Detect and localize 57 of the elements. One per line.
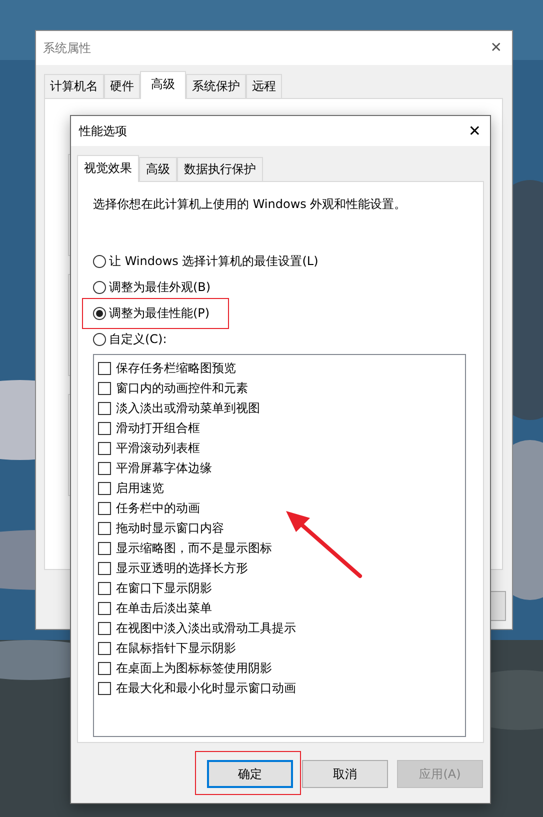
checkbox-label: 在桌面上为图标标签使用阴影 <box>116 660 272 676</box>
checkbox-label: 在鼠标指针下显示阴影 <box>116 640 236 656</box>
checkbox[interactable] <box>98 562 111 574</box>
tab[interactable]: 远程 <box>246 74 282 98</box>
checkbox-label: 平滑滚动列表框 <box>116 440 200 456</box>
checkbox-label: 保存任务栏缩略图预览 <box>116 360 236 376</box>
checkbox[interactable] <box>98 402 111 414</box>
radio-button[interactable] <box>93 307 106 320</box>
checkbox-label: 显示亚透明的选择长方形 <box>116 560 248 576</box>
checkbox[interactable] <box>98 542 111 554</box>
tab[interactable]: 高级 <box>140 71 186 99</box>
tab[interactable]: 计算机名 <box>44 74 104 98</box>
option-label: 让 Windows 选择计算机的最佳设置(L) <box>109 253 318 270</box>
window-title: 系统属性 <box>43 40 91 56</box>
checkbox-label: 拖动时显示窗口内容 <box>116 520 224 536</box>
option-label: 调整为最佳外观(B) <box>109 279 211 296</box>
checkbox[interactable] <box>98 362 111 374</box>
tab[interactable]: 数据执行保护 <box>177 157 263 181</box>
tab[interactable]: 系统保护 <box>186 74 246 98</box>
tab[interactable]: 视觉效果 <box>77 155 139 182</box>
checkbox-label: 在单击后淡出菜单 <box>116 600 212 616</box>
checkbox[interactable] <box>98 642 111 654</box>
radio-button[interactable] <box>93 281 106 294</box>
checkbox-label: 任务栏中的动画 <box>116 500 200 516</box>
option-label: 自定义(C): <box>109 331 167 348</box>
checkbox-label: 淡入淡出或滑动菜单到视图 <box>116 400 260 416</box>
checkbox-label: 平滑屏幕字体边缘 <box>116 460 212 476</box>
checkbox[interactable] <box>98 502 111 514</box>
checkbox[interactable] <box>98 462 111 474</box>
checkbox[interactable] <box>98 482 111 494</box>
checkbox[interactable] <box>98 602 111 614</box>
checkbox[interactable] <box>98 582 111 594</box>
checkbox[interactable] <box>98 382 111 394</box>
checkbox[interactable] <box>98 662 111 674</box>
checkbox-label: 在视图中淡入淡出或滑动工具提示 <box>116 620 296 636</box>
dialog-title: 性能选项 <box>79 122 127 140</box>
checkbox[interactable] <box>98 682 111 694</box>
checkbox[interactable] <box>98 622 111 634</box>
radio-button[interactable] <box>93 255 106 268</box>
checkbox-label: 显示缩略图，而不是显示图标 <box>116 540 272 556</box>
dialog-button[interactable]: 取消 <box>302 760 388 788</box>
close-button[interactable]: ✕ <box>490 40 502 56</box>
checkbox[interactable] <box>98 442 111 454</box>
checkbox-label: 在窗口下显示阴影 <box>116 580 212 596</box>
checkbox[interactable] <box>98 522 111 534</box>
close-button[interactable]: ✕ <box>468 122 481 140</box>
option-label: 调整为最佳性能(P) <box>109 305 210 322</box>
tab[interactable]: 高级 <box>139 157 177 181</box>
radio-button[interactable] <box>93 333 106 346</box>
tab[interactable]: 硬件 <box>104 74 140 98</box>
checkbox-label: 滑动打开组合框 <box>116 420 200 436</box>
checkbox[interactable] <box>98 422 111 434</box>
checkbox-label: 启用速览 <box>116 480 164 496</box>
checkbox-label: 窗口内的动画控件和元素 <box>116 380 248 396</box>
checkbox-label: 在最大化和最小化时显示窗口动画 <box>116 680 296 696</box>
description-text: 选择你想在此计算机上使用的 Windows 外观和性能设置。 <box>93 196 408 213</box>
dialog-button[interactable]: 确定 <box>207 760 293 788</box>
